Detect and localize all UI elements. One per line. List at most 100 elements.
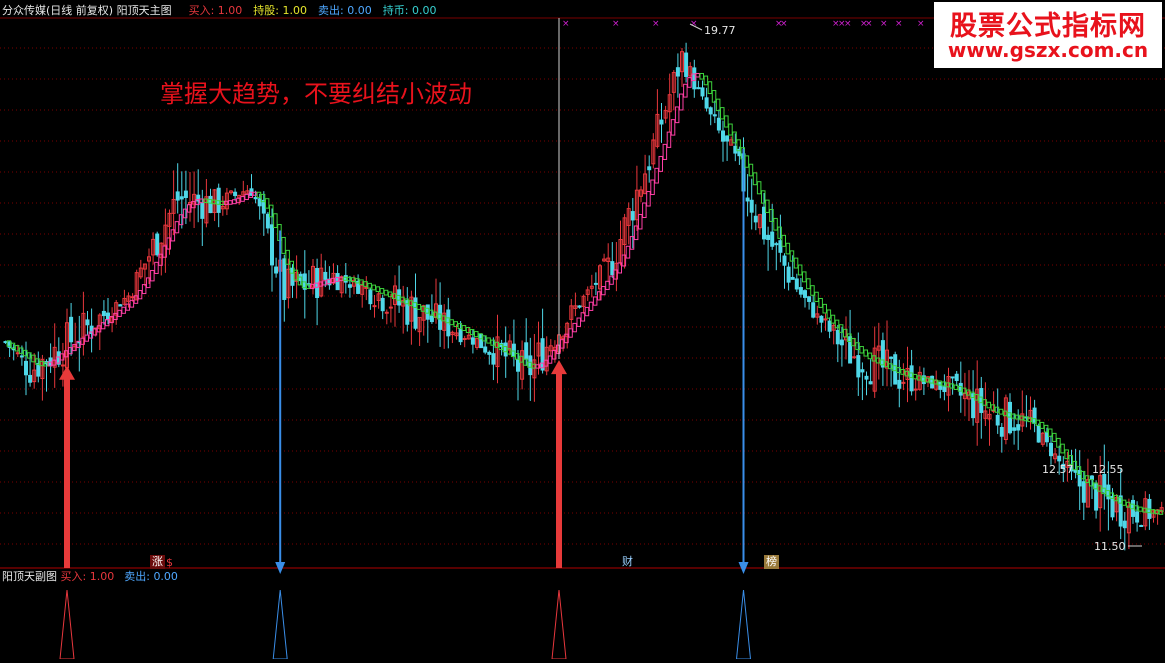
candle-body: [868, 381, 873, 385]
trend-step: [724, 115, 729, 128]
candle-body: [130, 296, 135, 299]
trend-step: [802, 271, 807, 283]
trend-step: [1039, 421, 1045, 429]
candle-body: [282, 258, 287, 300]
trend-step: [572, 322, 577, 333]
trend-step: [793, 257, 799, 269]
candle-body: [1139, 525, 1144, 528]
candle-body: [954, 373, 959, 381]
trend-step: [625, 245, 631, 259]
candle-body: [725, 135, 730, 142]
candle-body: [347, 284, 352, 288]
trend-step: [720, 107, 725, 120]
candle-body: [897, 379, 902, 389]
trend-step: [547, 355, 553, 364]
candle-body: [700, 87, 705, 97]
candle-body: [1073, 469, 1078, 473]
candle-body: [491, 353, 496, 365]
candle-body: [265, 213, 270, 229]
trend-step: [744, 155, 750, 168]
main-header: 分众传媒(日线 前复权) 阳顶天主图 买入: 1.00 持股: 1.00 卖出:…: [2, 4, 436, 18]
candle-body: [208, 195, 213, 214]
candles: [3, 42, 1164, 551]
top-marker: ×: [562, 19, 570, 29]
candle-body: [458, 329, 463, 343]
top-marker: ×: [865, 19, 873, 29]
tag-zhang[interactable]: 涨: [150, 555, 165, 569]
trend-step: [699, 72, 704, 80]
candle-body: [524, 342, 529, 360]
top-marker: ×: [612, 19, 620, 29]
candle-body: [19, 355, 24, 358]
candle-body: [950, 376, 955, 379]
candle-body: [790, 276, 795, 280]
candle-body: [106, 312, 110, 321]
trend-step: [863, 349, 868, 357]
trend-step: [674, 106, 680, 124]
trend-step: [240, 196, 245, 202]
trend-step: [781, 234, 786, 247]
candle-body: [942, 386, 947, 393]
candle-body: [749, 199, 754, 213]
candle-body: [630, 211, 635, 221]
candle-body: [593, 282, 598, 285]
trend-step: [998, 408, 1004, 415]
buy-value: 1.00: [217, 4, 243, 17]
high-price-label: 19.77: [704, 24, 736, 37]
top-marker: ×: [652, 19, 660, 29]
candle-body: [835, 329, 840, 345]
trend-step: [273, 213, 278, 229]
candle-body: [712, 114, 717, 117]
trend-step: [638, 213, 643, 230]
trend-step: [785, 242, 791, 255]
trend-step: [986, 401, 991, 409]
candle-body: [1049, 442, 1053, 457]
candle-body: [183, 190, 188, 198]
trend-step: [605, 280, 610, 291]
trend-step: [1138, 506, 1143, 512]
sell-label: 卖出:: [318, 4, 344, 17]
trend-step: [818, 297, 823, 308]
top-marker: ×: [917, 19, 925, 29]
tag-cai[interactable]: 财: [620, 555, 635, 569]
candle-body: [1135, 511, 1140, 523]
candle-body: [856, 355, 861, 378]
trend-step: [383, 289, 389, 296]
candle-body: [85, 319, 90, 326]
tag-dollar[interactable]: $: [164, 556, 175, 570]
trend-step: [695, 72, 700, 78]
top-marker: ×: [844, 19, 852, 29]
trend-step: [486, 337, 491, 344]
candle-body: [1044, 431, 1049, 443]
trend-step: [773, 217, 778, 231]
buy-spike: [551, 589, 567, 660]
candle-body: [3, 341, 8, 344]
tag-bang[interactable]: 榜: [764, 555, 779, 569]
trend-step: [375, 286, 381, 293]
candle-body: [257, 198, 262, 207]
trend-step: [859, 346, 864, 354]
trend-step: [1121, 499, 1127, 506]
candle-body: [807, 296, 812, 302]
candle-body: [274, 266, 279, 274]
trend-step: [474, 331, 479, 338]
trend-step: [646, 191, 651, 207]
candle-body: [995, 414, 1000, 426]
sell-value: 0.00: [347, 4, 372, 17]
candle-body: [860, 369, 865, 373]
trend-step: [912, 373, 918, 380]
candle-body: [483, 346, 488, 353]
candle-body: [753, 215, 758, 223]
candle-body: [733, 145, 738, 154]
candle-body: [1016, 424, 1021, 431]
trend-step: [379, 288, 385, 294]
candle-body: [913, 388, 918, 391]
candle-body: [766, 234, 771, 240]
candle-body: [811, 302, 816, 318]
candle-body: [36, 363, 41, 377]
top-marker: ×: [880, 19, 888, 29]
trend-step: [826, 309, 832, 319]
candle-body: [388, 306, 393, 309]
trend-step: [588, 301, 594, 311]
sub-title: 阳顶天副图: [2, 570, 57, 583]
